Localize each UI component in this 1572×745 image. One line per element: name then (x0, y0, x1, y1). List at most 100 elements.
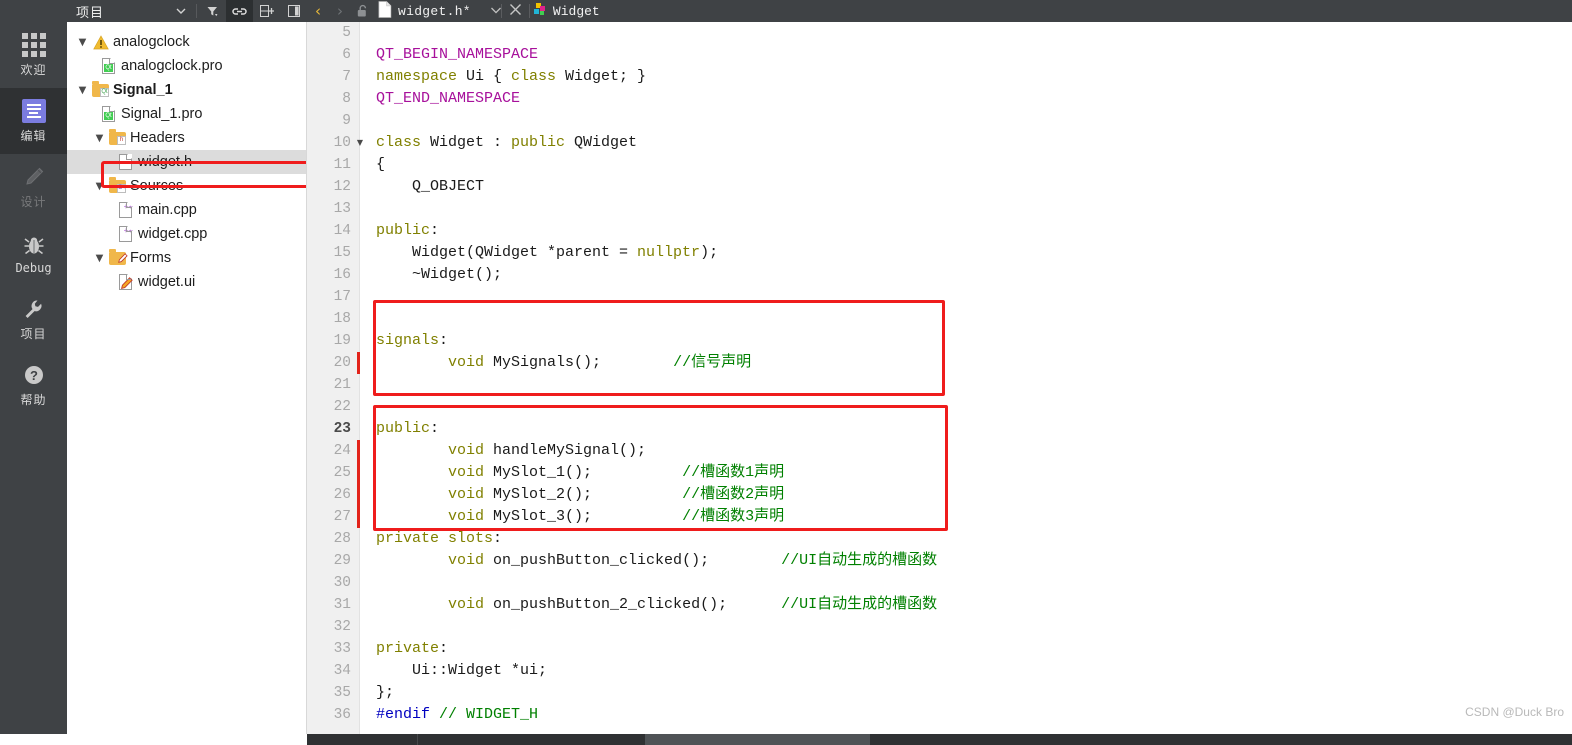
go-back-icon[interactable]: ‹ (307, 0, 329, 22)
code-line[interactable]: 19 signals: (307, 330, 1572, 352)
mode-item-help[interactable]: ? 帮助 (0, 352, 67, 418)
code-line[interactable]: 27 void MySlot_3(); //槽函数3声明 (307, 506, 1572, 528)
code-token: //槽函数2声明 (682, 486, 785, 503)
change-marker (357, 352, 360, 374)
fold-toggle-icon[interactable]: ▼ (353, 132, 367, 154)
chevron-down-icon[interactable]: ▼ (75, 37, 90, 48)
chevron-down-icon[interactable]: ▼ (92, 181, 107, 192)
close-pane-icon[interactable] (280, 0, 307, 22)
code-line[interactable]: 10 ▼ class Widget : public QWidget (307, 132, 1572, 154)
line-number: 30 (333, 575, 351, 591)
code-line[interactable]: 25 void MySlot_1(); //槽函数1声明 (307, 462, 1572, 484)
line-number: 7 (342, 69, 351, 85)
code-line[interactable]: 22 (307, 396, 1572, 418)
tree-item-label: Signal_1.pro (121, 106, 203, 122)
code-line[interactable]: 35}; (307, 682, 1572, 704)
code-line[interactable]: 14 public: (307, 220, 1572, 242)
mode-item-design-label: 设计 (20, 195, 47, 209)
tree-item-signal-1[interactable]: ▼ Qt Signal_1 (67, 78, 306, 102)
mode-item-edit[interactable]: 编辑 (0, 88, 67, 154)
filter-icon[interactable] (199, 0, 226, 22)
chevron-down-icon[interactable]: ▼ (92, 253, 107, 264)
tree-item-label: analogclock (113, 34, 190, 50)
mode-item-welcome-label: 欢迎 (20, 63, 47, 77)
ui-file-icon (115, 274, 136, 290)
code-line[interactable]: 17 (307, 286, 1572, 308)
sources-folder-icon: C+ (107, 176, 128, 193)
split-add-icon[interactable] (253, 0, 280, 22)
open-file-chip[interactable]: widget.h* (375, 0, 501, 22)
code-token: nullptr (637, 244, 701, 261)
code-line[interactable]: 12 Q_OBJECT (307, 176, 1572, 198)
tree-item-analogclock[interactable]: ▼ analogclock (67, 30, 306, 54)
scrollbar-handle[interactable] (645, 734, 870, 745)
tree-item-forms[interactable]: ▼ Forms (67, 246, 306, 270)
code-editor[interactable]: 5 6 QT_BEGIN_NAMESPACE 7 namespace Ui { clas… (307, 22, 1572, 734)
horizontal-scrollbar[interactable] (0, 734, 1572, 745)
document-lines-icon (21, 98, 46, 124)
mode-item-debug[interactable]: Debug (0, 220, 67, 286)
code-line[interactable]: 31 void on_pushButton_2_clicked(); //UI自… (307, 594, 1572, 616)
chevron-down-icon[interactable] (167, 0, 194, 22)
tree-item-widget-h[interactable]: widget.h (67, 150, 306, 174)
line-number: 16 (333, 267, 351, 283)
code-line[interactable]: 11 { (307, 154, 1572, 176)
close-icon[interactable] (502, 3, 529, 19)
code-line[interactable]: 6 QT_BEGIN_NAMESPACE (307, 44, 1572, 66)
code-token: void (448, 464, 485, 481)
project-tree[interactable]: ▼ analogclock Qt analogclock.pro ▼ Qt Si… (67, 22, 307, 734)
code-line[interactable]: 9 (307, 110, 1572, 132)
tree-item-main-cpp[interactable]: ++ main.cpp (67, 198, 306, 222)
tree-item-analogclock-pro[interactable]: Qt analogclock.pro (67, 54, 306, 78)
code-line[interactable]: 13 (307, 198, 1572, 220)
code-line[interactable]: 5 (307, 22, 1572, 44)
code-line[interactable]: 30 (307, 572, 1572, 594)
code-line[interactable]: 32 (307, 616, 1572, 638)
code-line[interactable]: 36 #endif // WIDGET_H (307, 704, 1572, 726)
code-line[interactable]: 33 private: (307, 638, 1572, 660)
code-token: //UI自动生成的槽函数 (781, 596, 938, 613)
mode-item-design[interactable]: 设计 (0, 154, 67, 220)
code-line[interactable]: 21 (307, 374, 1572, 396)
chevron-down-icon[interactable]: ▼ (92, 133, 107, 144)
code-text: void on_pushButton_2_clicked(); //UI自动生成… (367, 594, 937, 616)
designer-widget-tab[interactable]: Widget (530, 2, 600, 21)
tree-item-label: Forms (130, 250, 172, 266)
scrollbar-track[interactable] (307, 734, 1572, 745)
code-line[interactable]: 34 Ui::Widget *ui; (307, 660, 1572, 682)
tree-item-widget-cpp[interactable]: ++ widget.cpp (67, 222, 306, 246)
sync-with-editor-icon[interactable] (226, 0, 253, 22)
code-lines[interactable]: 5 6 QT_BEGIN_NAMESPACE 7 namespace Ui { clas… (307, 22, 1572, 734)
header-divider (196, 4, 197, 18)
tree-item-widget-ui[interactable]: widget.ui (67, 270, 306, 294)
code-line[interactable]: 15 Widget(QWidget *parent = nullptr); (307, 242, 1572, 264)
code-line[interactable]: 29 void on_pushButton_clicked(); //UI自动生… (307, 550, 1572, 572)
tree-item-headers[interactable]: ▼ h Headers (67, 126, 306, 150)
mode-item-welcome[interactable]: 欢迎 (0, 22, 67, 88)
editor-toolbar: ‹ › widget.h* Widget (307, 0, 1572, 22)
chevron-down-icon[interactable]: ▼ (75, 85, 90, 96)
code-line[interactable]: 18 (307, 308, 1572, 330)
code-token: void (448, 442, 485, 459)
qt-designer-icon (532, 2, 549, 21)
code-line[interactable]: 8 QT_END_NAMESPACE (307, 88, 1572, 110)
code-line[interactable]: 16 ~Widget(); (307, 264, 1572, 286)
go-forward-icon[interactable]: › (329, 0, 351, 22)
code-line[interactable]: 26 void MySlot_2(); //槽函数2声明 (307, 484, 1572, 506)
change-marker (357, 506, 360, 528)
unlocked-icon[interactable] (351, 4, 375, 18)
code-line[interactable]: 28 private slots: (307, 528, 1572, 550)
code-line[interactable]: 24 void handleMySignal(); (307, 440, 1572, 462)
line-number: 20 (333, 355, 351, 371)
tree-item-signal-1-pro[interactable]: Qt Signal_1.pro (67, 102, 306, 126)
tree-item-sources[interactable]: ▼ C+ Sources (67, 174, 306, 198)
code-token: namespace (376, 68, 458, 85)
chevron-down-icon[interactable] (490, 6, 501, 16)
code-line[interactable]: 20 void MySignals(); //信号声明 (307, 352, 1572, 374)
mode-item-projects[interactable]: 项目 (0, 286, 67, 352)
code-line[interactable]: 7 namespace Ui { class Widget; } (307, 66, 1572, 88)
code-token: Widget : (421, 134, 512, 151)
code-line[interactable]: 23 public: (307, 418, 1572, 440)
